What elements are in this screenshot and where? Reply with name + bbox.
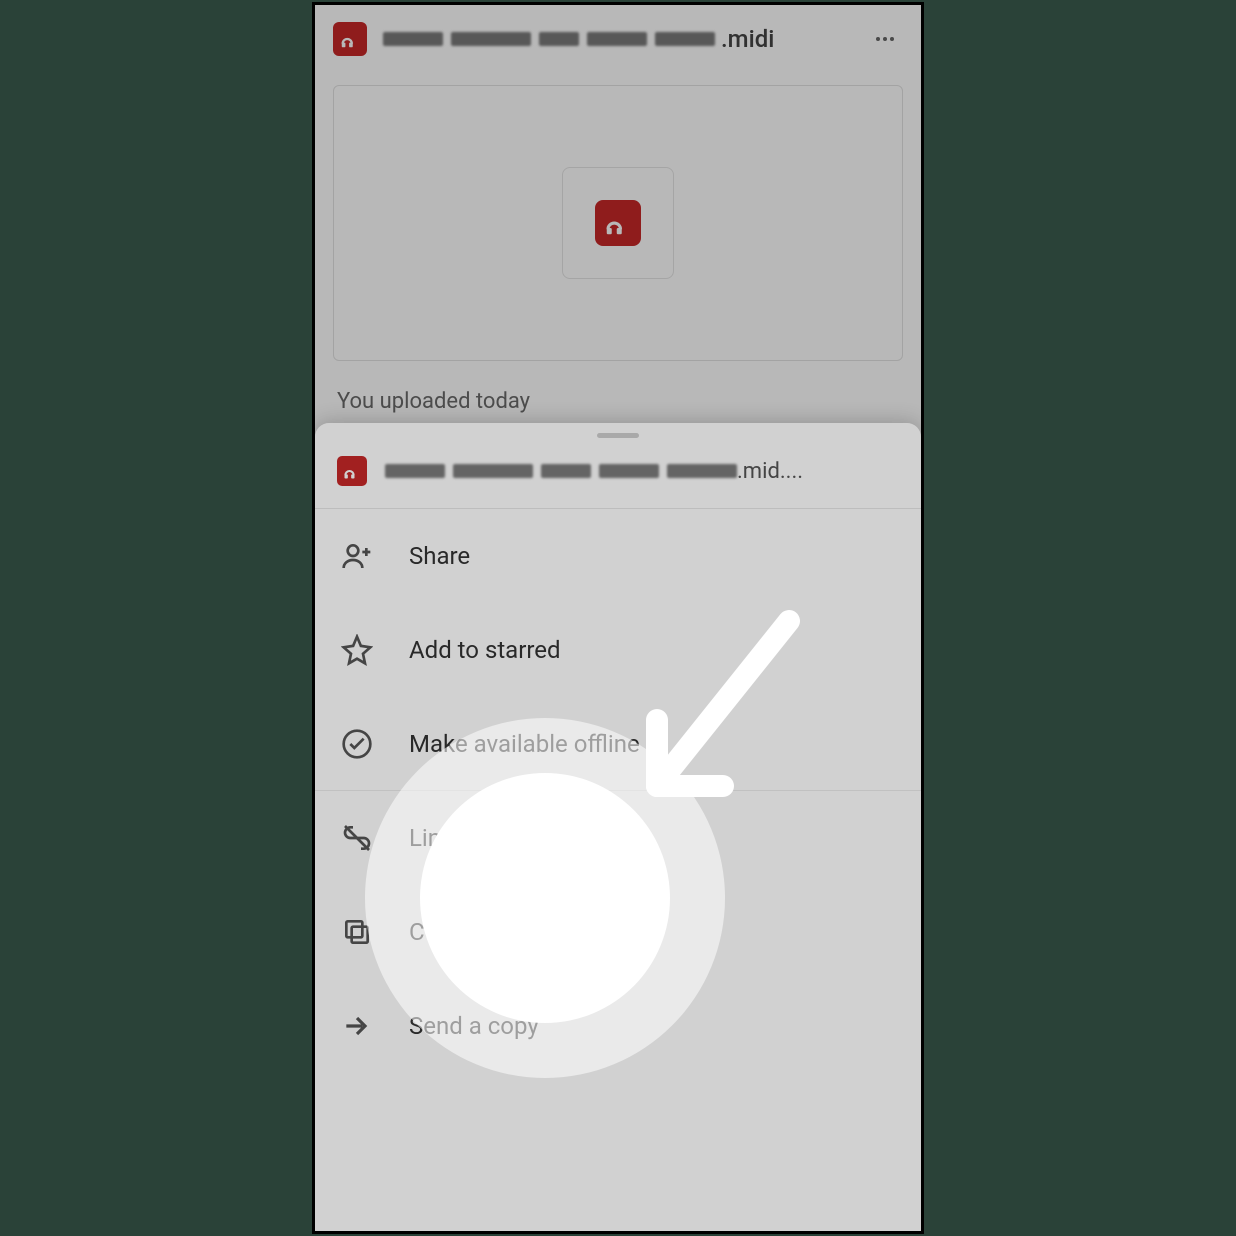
file-thumbnail xyxy=(562,167,674,279)
music-file-icon xyxy=(337,456,367,486)
menu-item-send-copy[interactable]: Send a copy xyxy=(315,979,921,1073)
sheet-filename-redacted xyxy=(385,464,737,478)
sheet-filename-extension: .mid.... xyxy=(737,459,803,484)
sheet-header: .mid.... xyxy=(315,442,921,509)
menu-label: Add to starred xyxy=(409,636,561,664)
menu-label: Link sharing off xyxy=(409,824,575,852)
music-file-icon xyxy=(595,200,641,246)
menu-item-share[interactable]: Share xyxy=(315,509,921,603)
sheet-handle[interactable] xyxy=(597,433,639,438)
more-button[interactable] xyxy=(867,21,903,57)
file-preview xyxy=(333,85,903,361)
menu-item-star[interactable]: Add to starred xyxy=(315,603,921,697)
send-icon xyxy=(337,1010,377,1042)
menu-item-link-sharing[interactable]: Link sharing off xyxy=(315,791,921,885)
menu-label: Make available offline xyxy=(409,730,640,758)
check-circle-icon xyxy=(337,728,377,760)
star-icon xyxy=(337,634,377,666)
menu-label: Send a copy xyxy=(409,1012,539,1040)
person-add-icon xyxy=(337,540,377,572)
menu-item-copy-link[interactable]: Copy link xyxy=(315,885,921,979)
copy-icon xyxy=(337,916,377,948)
phone-frame: .midi You uploaded today .mid.... xyxy=(312,2,924,1234)
menu-item-offline[interactable]: Make available offline xyxy=(315,697,921,791)
music-file-icon xyxy=(333,22,367,56)
link-off-icon xyxy=(337,822,377,854)
filename-extension: .midi xyxy=(721,25,774,53)
menu-label: Share xyxy=(409,542,470,570)
menu-label: Copy link xyxy=(409,918,506,946)
actions-sheet: .mid.... Share Add to starred Make a xyxy=(315,423,921,1231)
actions-menu: Share Add to starred Make available offl… xyxy=(315,509,921,1073)
filename-redacted xyxy=(383,32,715,46)
file-header: .midi xyxy=(315,5,921,67)
